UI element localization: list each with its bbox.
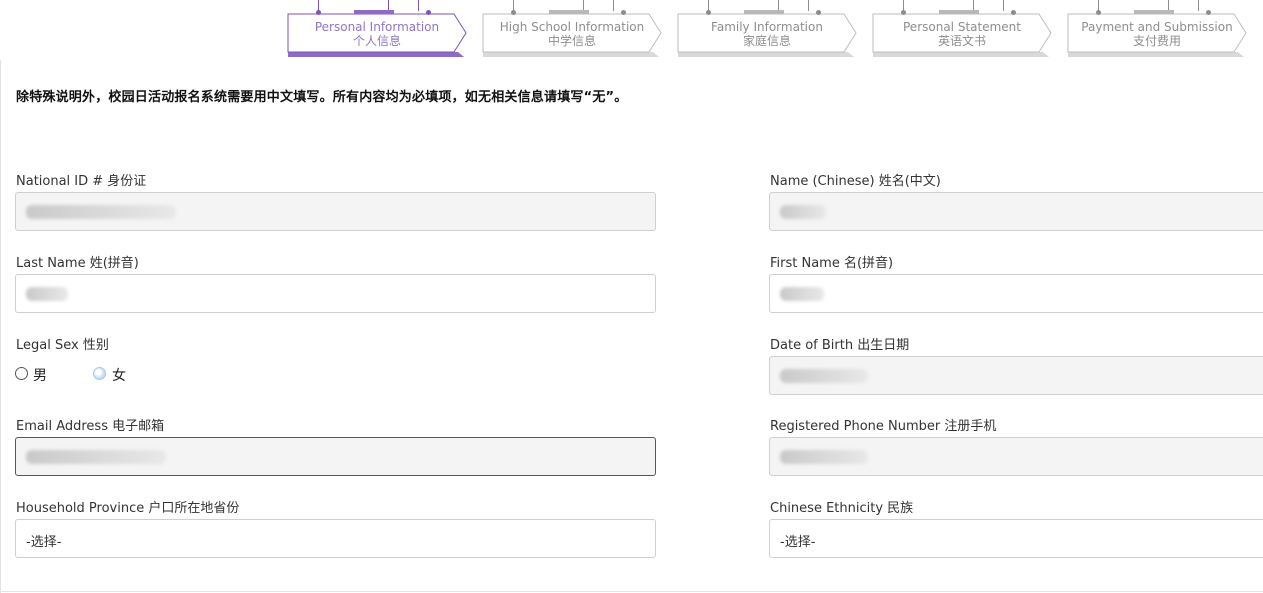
phone-label: Registered Phone Number 注册手机 xyxy=(770,419,997,434)
step-connector xyxy=(706,0,826,15)
step-title: Personal Information xyxy=(314,20,440,34)
step-5[interactable]: Payment and Submission 支付费用 xyxy=(1067,0,1258,60)
redacted-value xyxy=(780,205,826,219)
sex-option-male-label[interactable]: 男 xyxy=(33,365,47,385)
bottom-border xyxy=(0,591,1263,592)
step-subtitle: 个人信息 xyxy=(352,34,401,48)
step-2[interactable]: High School Information 中学信息 xyxy=(482,0,673,60)
phone-field[interactable] xyxy=(769,437,1263,476)
step-subtitle: 支付费用 xyxy=(1132,34,1181,48)
last-name-field[interactable] xyxy=(15,274,656,313)
dob-label: Date of Birth 出生日期 xyxy=(770,338,910,353)
dob-field[interactable] xyxy=(769,356,1263,395)
step-connector xyxy=(316,0,436,15)
redacted-value xyxy=(26,287,68,301)
province-select-value: -选择- xyxy=(26,535,62,550)
national-id-field[interactable] xyxy=(15,192,656,231)
step-subtitle: 英语文书 xyxy=(937,34,986,48)
legal-sex-label: Legal Sex 性别 xyxy=(16,338,109,353)
sex-radio-male[interactable] xyxy=(15,367,28,380)
step-title: Payment and Submission xyxy=(1081,20,1233,34)
sex-radio-female[interactable] xyxy=(93,367,106,380)
redacted-value xyxy=(26,205,176,219)
province-select[interactable]: -选择- xyxy=(15,519,656,558)
ethnicity-label: Chinese Ethnicity 民族 xyxy=(770,501,914,516)
name-chinese-label: Name (Chinese) 姓名(中文) xyxy=(770,174,941,189)
redacted-value xyxy=(780,450,868,464)
last-name-label: Last Name 姓(拼音) xyxy=(16,256,139,271)
redacted-value xyxy=(780,287,824,301)
name-chinese-field[interactable] xyxy=(769,192,1263,231)
ethnicity-select-value: -选择- xyxy=(780,535,816,550)
step-subtitle: 家庭信息 xyxy=(742,34,791,48)
step-title: Personal Statement xyxy=(903,20,1021,34)
national-id-label: National ID # 身份证 xyxy=(16,174,147,189)
step-connector xyxy=(511,0,631,15)
step-title: Family Information xyxy=(711,20,823,34)
first-name-label: First Name 名(拼音) xyxy=(770,256,894,271)
left-border xyxy=(0,60,1,593)
step-3[interactable]: Family Information 家庭信息 xyxy=(677,0,868,60)
step-1[interactable]: Personal Information 个人信息 xyxy=(287,0,478,60)
redacted-value xyxy=(26,450,166,464)
form-notice: 除特殊说明外，校园日活动报名系统需要用中文填写。所有内容均为必填项，如无相关信息… xyxy=(16,90,628,105)
step-connector xyxy=(901,0,1021,15)
sex-option-female-label[interactable]: 女 xyxy=(112,365,126,385)
province-label: Household Province 户口所在地省份 xyxy=(16,501,240,516)
email-field[interactable] xyxy=(15,437,656,476)
step-title: High School Information xyxy=(499,20,645,34)
redacted-value xyxy=(780,369,868,383)
step-subtitle: 中学信息 xyxy=(547,34,596,48)
step-4[interactable]: Personal Statement 英语文书 xyxy=(872,0,1063,60)
ethnicity-select[interactable]: -选择- xyxy=(769,519,1263,558)
step-connector xyxy=(1096,0,1216,15)
first-name-field[interactable] xyxy=(769,274,1263,313)
email-label: Email Address 电子邮箱 xyxy=(16,419,165,434)
